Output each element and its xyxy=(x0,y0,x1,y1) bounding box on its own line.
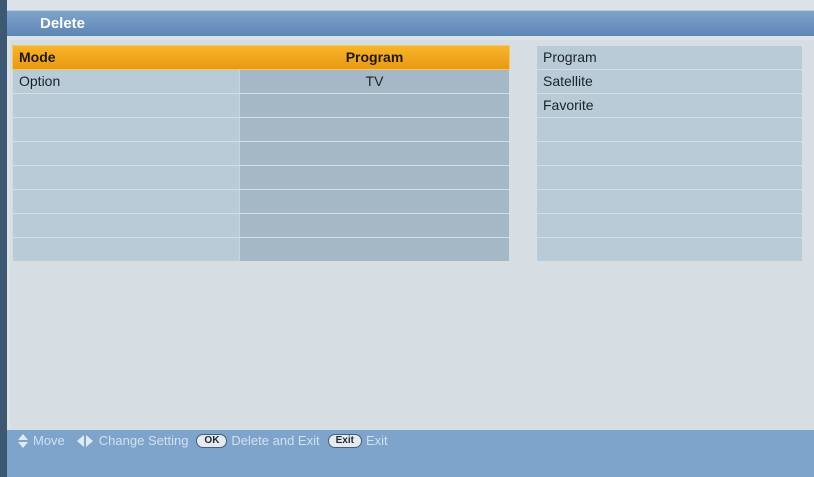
row-value xyxy=(240,118,509,141)
key-hints: Move Change Setting OK Delete and Exit E… xyxy=(17,430,396,452)
row-label xyxy=(13,142,240,165)
row-label xyxy=(13,238,240,261)
list-item xyxy=(537,238,802,261)
exit-key-icon[interactable]: Exit xyxy=(327,434,362,448)
row-label: Option xyxy=(13,70,240,93)
table-row xyxy=(13,214,509,237)
row-value[interactable]: Program xyxy=(240,46,509,69)
left-right-arrow-icon xyxy=(76,434,93,448)
table-row-mode[interactable]: Mode Program xyxy=(12,45,510,70)
move-hint: Move xyxy=(33,433,65,448)
list-item xyxy=(537,190,802,213)
row-label xyxy=(13,190,240,213)
row-label: Mode xyxy=(13,46,240,69)
row-value xyxy=(240,214,509,237)
row-value xyxy=(240,166,509,189)
row-value[interactable]: TV xyxy=(240,70,509,93)
list-item-favorite[interactable]: Favorite xyxy=(537,94,802,117)
list-item xyxy=(537,166,802,189)
row-label xyxy=(13,94,240,117)
table-row-option[interactable]: Option TV xyxy=(13,70,509,93)
row-label xyxy=(13,214,240,237)
row-label xyxy=(13,118,240,141)
table-row xyxy=(13,118,509,141)
list-item-satellite[interactable]: Satellite xyxy=(537,70,802,93)
delete-exit-hint: Delete and Exit xyxy=(231,433,320,448)
table-row xyxy=(13,190,509,213)
list-item xyxy=(537,214,802,237)
change-setting-hint: Change Setting xyxy=(98,433,189,448)
up-down-arrow-icon xyxy=(17,434,29,448)
mode-options-list: Program Satellite Favorite xyxy=(537,46,802,262)
ok-key-icon[interactable]: OK xyxy=(196,434,228,448)
list-item xyxy=(537,142,802,165)
row-value xyxy=(240,94,509,117)
table-row xyxy=(13,166,509,189)
table-row xyxy=(13,238,509,261)
table-row xyxy=(13,94,509,117)
row-value xyxy=(240,190,509,213)
list-item-program[interactable]: Program xyxy=(537,46,802,69)
help-bar: Move Change Setting OK Delete and Exit E… xyxy=(7,430,814,477)
row-value xyxy=(240,142,509,165)
delete-screen: Delete Mode Program Option TV Program Sa… xyxy=(0,0,814,477)
settings-table: Mode Program Option TV xyxy=(12,45,510,262)
row-label xyxy=(13,166,240,189)
window-title: Delete xyxy=(7,10,814,36)
screen-edge xyxy=(0,0,7,477)
table-row xyxy=(13,142,509,165)
exit-hint: Exit xyxy=(365,433,388,448)
list-item xyxy=(537,118,802,141)
row-value xyxy=(240,238,509,261)
